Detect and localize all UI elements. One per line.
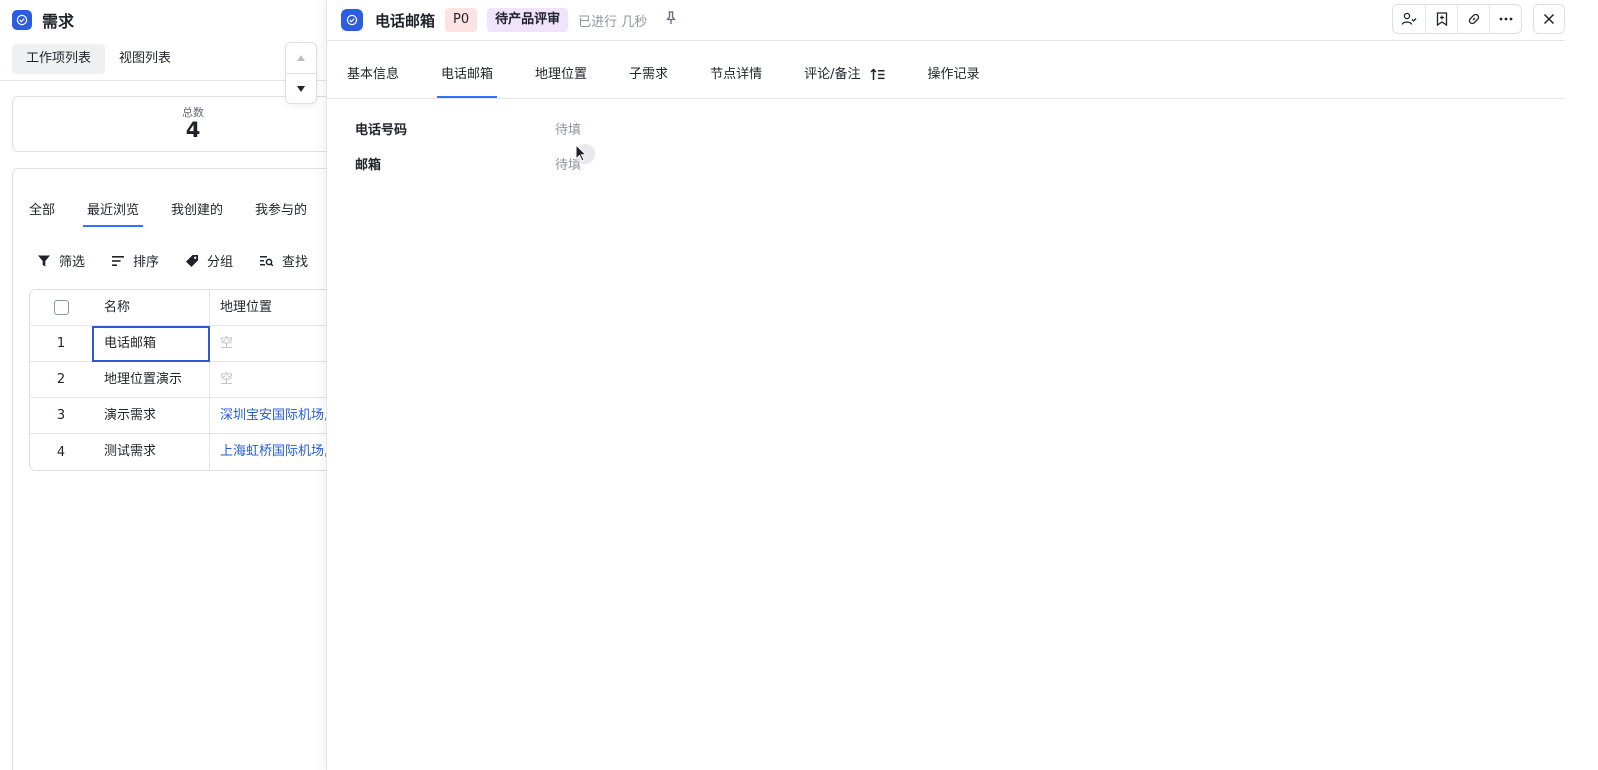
row-index: 2 xyxy=(56,372,66,387)
tag-icon xyxy=(186,254,199,267)
triangle-down-icon xyxy=(297,85,305,92)
more-dots-icon xyxy=(1499,17,1512,21)
requirement-app-icon xyxy=(12,10,32,30)
elapsed-time: 已进行 几秒 xyxy=(578,14,648,30)
filter-tab-created[interactable]: 我创建的 xyxy=(171,199,223,227)
copy-link-button[interactable] xyxy=(1457,5,1489,33)
group-label: 分组 xyxy=(207,255,234,270)
bookmark-icon xyxy=(1436,12,1447,26)
phone-field-value[interactable]: 待填 xyxy=(555,119,581,138)
pin-icon[interactable] xyxy=(665,11,677,29)
sort-label: 排序 xyxy=(133,255,160,270)
bookmark-button[interactable] xyxy=(1425,5,1457,33)
table-row[interactable]: 4 测试需求 上海虹桥国际机场, xyxy=(30,434,326,470)
members-button[interactable] xyxy=(1393,5,1425,33)
list-toolbar: 筛选 排序 分组 查找 xyxy=(37,251,326,270)
detail-title[interactable]: 电话邮箱 xyxy=(375,10,435,31)
row-location-link[interactable]: 上海虹桥国际机场, xyxy=(210,434,326,470)
select-all-checkbox[interactable] xyxy=(53,300,69,315)
tab-comments-label: 评论/备注 xyxy=(804,67,861,82)
table-header: 名称 地理位置 xyxy=(30,289,326,326)
group-button[interactable]: 分组 xyxy=(185,251,233,270)
tab-view-list[interactable]: 视图列表 xyxy=(105,44,185,74)
next-record-button[interactable] xyxy=(286,73,316,103)
find-icon xyxy=(260,255,274,266)
tab-location[interactable]: 地理位置 xyxy=(535,60,587,98)
table-row[interactable]: 3 演示需求 深圳宝安国际机场, xyxy=(30,397,326,434)
priority-badge[interactable]: P0 xyxy=(445,8,478,32)
find-label: 查找 xyxy=(282,255,309,270)
view-tabs: 工作项列表 视图列表 xyxy=(12,44,185,74)
row-name-cell[interactable]: 地理位置演示 xyxy=(92,361,210,398)
filter-button[interactable]: 筛选 xyxy=(37,251,85,270)
close-icon xyxy=(1543,13,1555,25)
tab-sub-requirements[interactable]: 子需求 xyxy=(629,60,668,98)
app-header: 需求 xyxy=(12,8,74,32)
row-index: 1 xyxy=(56,336,66,351)
divider xyxy=(0,80,326,81)
detail-panel: 电话邮箱 P0 待产品评审 已进行 几秒 基本信息 电话邮箱 地理位置 子需求 … xyxy=(326,0,1598,770)
tab-comments[interactable]: 评论/备注 xyxy=(804,60,885,98)
filter-tab-all[interactable]: 全部 xyxy=(29,199,55,227)
funnel-icon xyxy=(38,255,50,266)
phone-field-label: 电话号码 xyxy=(355,123,408,138)
tab-basic-info[interactable]: 基本信息 xyxy=(347,60,399,98)
status-badge[interactable]: 待产品评审 xyxy=(487,8,569,32)
sort-order-icon[interactable] xyxy=(870,68,885,81)
work-item-list-panel: 需求 工作项列表 视图列表 总数 4 全部 最近浏览 我创建的 我参与的 筛选 … xyxy=(0,0,326,770)
row-name-cell[interactable]: 测试需求 xyxy=(92,434,210,470)
work-item-table: 名称 地理位置 1 电话邮箱 空 2 地理位置演示 空 3 演示需求 深圳宝安国… xyxy=(29,289,326,471)
table-row[interactable]: 1 电话邮箱 空 xyxy=(30,325,326,362)
divider xyxy=(327,40,1565,41)
divider xyxy=(327,98,1565,99)
select-all-cell xyxy=(30,300,92,315)
phone-field: 电话号码 待填 xyxy=(355,119,581,138)
summary-value: 4 xyxy=(185,118,201,142)
record-nav xyxy=(285,42,317,104)
users-icon xyxy=(1401,12,1417,25)
row-index: 3 xyxy=(56,408,66,423)
tab-activity-log[interactable]: 操作记录 xyxy=(927,60,979,98)
find-button[interactable]: 查找 xyxy=(259,251,308,270)
row-name-cell[interactable]: 演示需求 xyxy=(92,397,210,434)
requirement-type-icon xyxy=(341,9,363,31)
tab-phone-email[interactable]: 电话邮箱 xyxy=(437,60,498,98)
summary-card: 总数 4 xyxy=(12,96,326,152)
header-actions xyxy=(1392,4,1522,34)
filter-tab-recent[interactable]: 最近浏览 xyxy=(83,199,144,227)
sort-lines-icon xyxy=(112,255,125,266)
tab-work-item-list[interactable]: 工作项列表 xyxy=(12,44,106,74)
filter-tab-participated[interactable]: 我参与的 xyxy=(255,199,307,227)
row-location-cell[interactable]: 空 xyxy=(210,326,326,362)
close-button[interactable] xyxy=(1533,4,1565,34)
row-name-cell[interactable]: 电话邮箱 xyxy=(92,325,210,362)
detail-header: 电话邮箱 P0 待产品评审 已进行 几秒 xyxy=(341,8,677,32)
list-card: 全部 最近浏览 我创建的 我参与的 筛选 排序 分组 查找 名称 地理位置 1 … xyxy=(12,168,326,770)
detail-tabs: 基本信息 电话邮箱 地理位置 子需求 节点详情 评论/备注 操作记录 xyxy=(347,60,1021,98)
more-button[interactable] xyxy=(1489,5,1521,33)
email-field-label: 邮箱 xyxy=(355,158,382,173)
email-field: 邮箱 待填 xyxy=(355,154,581,173)
link-icon xyxy=(1468,13,1479,25)
table-row[interactable]: 2 地理位置演示 空 xyxy=(30,361,326,398)
mouse-pointer-icon xyxy=(574,143,598,172)
filter-tabs: 全部 最近浏览 我创建的 我参与的 xyxy=(29,199,326,227)
triangle-up-icon xyxy=(297,55,305,61)
column-header-location[interactable]: 地理位置 xyxy=(210,290,326,326)
app-title: 需求 xyxy=(42,12,75,31)
sort-button[interactable]: 排序 xyxy=(111,251,159,270)
column-header-name[interactable]: 名称 xyxy=(92,289,210,326)
row-index: 4 xyxy=(56,444,66,460)
filter-label: 筛选 xyxy=(59,255,86,270)
row-location-link[interactable]: 深圳宝安国际机场, xyxy=(210,398,326,434)
row-location-cell[interactable]: 空 xyxy=(210,362,326,398)
tab-node-details[interactable]: 节点详情 xyxy=(710,60,762,98)
previous-record-button[interactable] xyxy=(286,43,316,73)
